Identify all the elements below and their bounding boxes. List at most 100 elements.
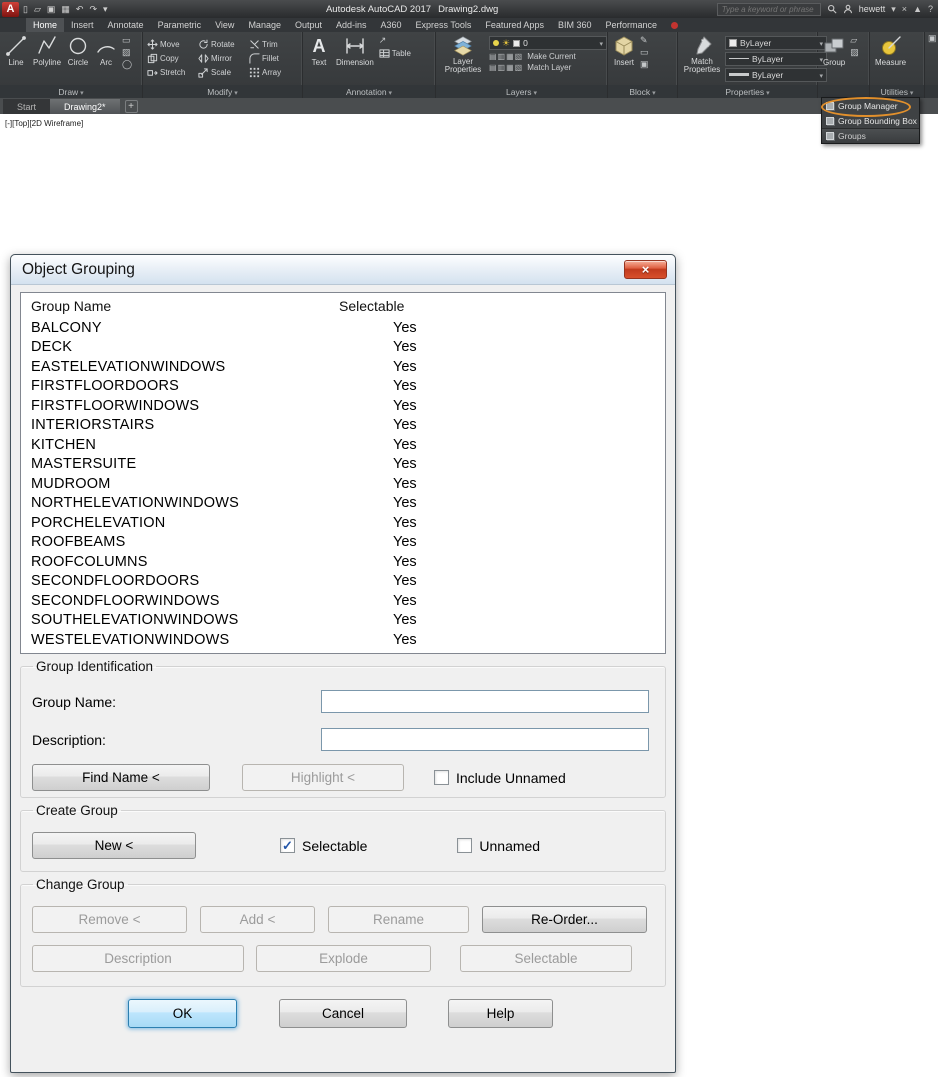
move-button[interactable]: Move xyxy=(147,39,196,50)
tab-start[interactable]: Start xyxy=(3,99,51,114)
close-button[interactable] xyxy=(624,260,667,279)
description-input[interactable] xyxy=(321,728,649,751)
find-name-button[interactable]: Find Name < xyxy=(32,764,210,791)
ribbon-tab[interactable]: Annotate xyxy=(101,18,151,32)
paste-icon[interactable] xyxy=(928,34,937,83)
ribbon-tab[interactable]: View xyxy=(208,18,241,32)
make-current-button[interactable]: Make Current xyxy=(489,52,607,61)
panel-label-properties[interactable]: Properties xyxy=(678,85,817,98)
unnamed-checkbox[interactable]: Unnamed xyxy=(457,838,540,854)
group-row[interactable]: ROOFBEAMS Yes xyxy=(21,533,665,553)
group-row[interactable]: BALCONY Yes xyxy=(21,318,665,338)
block-edit-icon[interactable] xyxy=(640,36,649,45)
chevron-down-icon[interactable] xyxy=(891,4,896,15)
text-button[interactable]: Text xyxy=(306,34,332,83)
ok-button[interactable]: OK xyxy=(128,999,237,1028)
ribbon-tab[interactable]: Performance xyxy=(598,18,664,32)
new-group-button[interactable]: New < xyxy=(32,832,196,859)
help-icon[interactable] xyxy=(928,4,933,14)
group-row[interactable]: PORCHELEVATION Yes xyxy=(21,513,665,533)
performance-record-icon[interactable] xyxy=(671,21,679,29)
group-row[interactable]: FIRSTFLOORWINDOWS Yes xyxy=(21,396,665,416)
group-name-input[interactable] xyxy=(321,690,649,713)
arc-button[interactable]: Arc xyxy=(93,34,119,83)
group-row[interactable]: KITCHEN Yes xyxy=(21,435,665,455)
layer-properties-button[interactable]: Layer Properties xyxy=(439,34,487,83)
group-row[interactable]: ROOFCOLUMNS Yes xyxy=(21,552,665,572)
linetype-dropdown[interactable]: ByLayer xyxy=(725,51,827,66)
group-menu-item[interactable]: Group Bounding Box xyxy=(822,113,919,128)
rotate-button[interactable]: Rotate xyxy=(198,39,247,50)
dialog-title-bar[interactable]: Object Grouping xyxy=(11,255,675,285)
signed-in-user[interactable]: hewett xyxy=(859,4,886,14)
ribbon-tab[interactable]: Output xyxy=(288,18,329,32)
copy-button[interactable]: Copy xyxy=(147,53,196,64)
exchange-apps-icon[interactable] xyxy=(902,4,907,14)
panel-label-modify[interactable]: Modify xyxy=(143,85,302,98)
open-file-icon[interactable] xyxy=(34,4,41,15)
panel-label-draw[interactable]: Draw xyxy=(0,85,142,98)
viewport-controls[interactable]: [-][Top][2D Wireframe] xyxy=(5,119,83,128)
rectangle-icon[interactable] xyxy=(122,36,132,45)
ribbon-tab[interactable]: Insert xyxy=(64,18,101,32)
array-button[interactable]: Array xyxy=(249,67,298,78)
cancel-button[interactable]: Cancel xyxy=(279,999,407,1028)
autocad-logo-icon[interactable] xyxy=(2,1,19,17)
undo-icon[interactable] xyxy=(76,4,84,15)
group-row[interactable]: SOUTHELEVATIONWINDOWS Yes xyxy=(21,611,665,631)
new-drawing-tab-button[interactable] xyxy=(124,100,138,113)
include-unnamed-checkbox[interactable]: Include Unnamed xyxy=(434,770,566,786)
ribbon-tab[interactable]: Add-ins xyxy=(329,18,374,32)
selectable-checkbox[interactable]: Selectable xyxy=(280,838,367,854)
group-row[interactable]: DECK Yes xyxy=(21,338,665,358)
insert-button[interactable]: Insert xyxy=(611,34,637,83)
scale-button[interactable]: Scale xyxy=(198,67,247,78)
panel-label-block[interactable]: Block xyxy=(608,85,677,98)
block-attributes-icon[interactable] xyxy=(640,48,649,57)
ribbon-tab[interactable]: BIM 360 xyxy=(551,18,599,32)
stretch-button[interactable]: Stretch xyxy=(147,67,196,78)
group-row[interactable]: MASTERSUITE Yes xyxy=(21,455,665,475)
ribbon-tab[interactable]: A360 xyxy=(374,18,409,32)
leader-icon[interactable] xyxy=(379,36,411,45)
redo-icon[interactable] xyxy=(89,4,97,15)
trim-button[interactable]: Trim xyxy=(249,39,298,50)
group-button[interactable]: Group xyxy=(821,34,847,83)
ellipse-icon[interactable] xyxy=(122,60,132,69)
line-button[interactable]: Line xyxy=(3,34,29,83)
block-settings-icon[interactable] xyxy=(640,60,649,69)
match-properties-button[interactable]: Match Properties xyxy=(681,34,723,83)
match-layer-button[interactable]: Match Layer xyxy=(489,63,607,72)
search-icon[interactable] xyxy=(827,4,837,14)
ribbon-tab[interactable]: Manage xyxy=(241,18,288,32)
help-button[interactable]: Help xyxy=(448,999,553,1028)
layer-dropdown[interactable]: 0 xyxy=(489,36,607,50)
group-row[interactable]: NORTHELEVATIONWINDOWS Yes xyxy=(21,494,665,514)
ribbon-tab[interactable]: Featured Apps xyxy=(478,18,551,32)
new-file-icon[interactable] xyxy=(23,4,28,15)
panel-label-layers[interactable]: Layers xyxy=(436,85,607,98)
dimension-button[interactable]: Dimension xyxy=(334,34,376,83)
group-menu-item[interactable]: Group Manager xyxy=(821,97,919,117)
ribbon-tab[interactable]: Parametric xyxy=(151,18,209,32)
group-row[interactable]: SECONDFLOORDOORS Yes xyxy=(21,572,665,592)
stay-connected-icon[interactable] xyxy=(913,4,922,14)
save-icon[interactable] xyxy=(47,4,56,15)
fillet-button[interactable]: Fillet xyxy=(249,53,298,64)
group-row[interactable]: INTERIORSTAIRS Yes xyxy=(21,416,665,436)
group-edit-icon[interactable] xyxy=(850,48,859,57)
ribbon-tab[interactable]: Express Tools xyxy=(409,18,479,32)
reorder-button[interactable]: Re-Order... xyxy=(482,906,647,933)
hatch-icon[interactable] xyxy=(122,48,132,57)
table-button[interactable]: Table xyxy=(379,48,411,59)
ribbon-tab[interactable]: Home xyxy=(26,18,65,32)
group-row[interactable]: FIRSTFLOORDOORS Yes xyxy=(21,377,665,397)
group-row[interactable]: MUDROOM Yes xyxy=(21,474,665,494)
group-row[interactable]: SECONDFLOORWINDOWS Yes xyxy=(21,591,665,611)
measure-button[interactable]: Measure xyxy=(873,34,908,83)
search-input[interactable] xyxy=(716,2,821,16)
group-row[interactable]: WESTELEVATIONWINDOWS Yes xyxy=(21,630,665,650)
object-color-dropdown[interactable]: ByLayer xyxy=(725,35,827,50)
circle-button[interactable]: Circle xyxy=(65,34,91,83)
plot-icon[interactable] xyxy=(61,4,70,15)
